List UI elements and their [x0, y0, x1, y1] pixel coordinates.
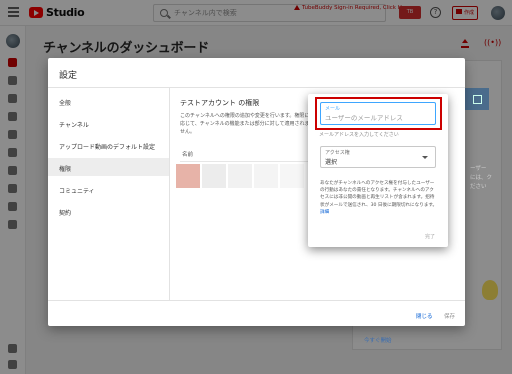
nav-item-agreements[interactable]: 契約 — [48, 202, 169, 220]
email-label: メール — [325, 106, 341, 112]
nav-item-community[interactable]: コミュニティ — [48, 180, 169, 198]
background-bulb-image — [482, 280, 498, 300]
settings-title: 設定 — [59, 71, 78, 81]
access-select[interactable]: アクセス権 選択 — [320, 146, 436, 168]
learn-more-link[interactable]: 詳細 — [320, 210, 329, 215]
save-button[interactable]: 保存 — [444, 312, 455, 320]
nav-item-channel[interactable]: チャンネル — [48, 114, 169, 132]
nav-item-permissions[interactable]: 権限 — [48, 158, 169, 176]
email-field[interactable]: メール — [320, 102, 436, 125]
close-button[interactable]: 閉じる — [416, 312, 433, 320]
access-value: 選択 — [325, 159, 338, 166]
bg-text-3: ださい — [470, 184, 487, 190]
loading-placeholder — [228, 164, 252, 188]
nav-item-general[interactable]: 全般 — [48, 92, 169, 110]
background-thumbnail — [463, 88, 489, 110]
bg-text-1: ーザー — [470, 166, 487, 172]
permissions-description: このチャンネルへの権限の追加や変更を行います。権限に応じて、チャンネルの機能また… — [180, 113, 310, 135]
nav-item-upload-defaults[interactable]: アップロード動画のデフォルト設定 — [48, 136, 169, 154]
invite-popup: メール メールアドレスを入力してください アクセス権 選択 あなたがチャンネルへ… — [308, 94, 448, 247]
loading-placeholder — [280, 164, 304, 188]
invite-description: あなたがチャンネルへのアクセス権を付与したユーザーの行動はあなたの責任となります… — [320, 180, 438, 216]
chevron-down-icon — [422, 156, 428, 159]
done-button[interactable]: 完了 — [425, 233, 435, 240]
loading-placeholder — [254, 164, 278, 188]
divider — [180, 161, 308, 162]
bg-text-2: には、ク — [470, 175, 493, 181]
email-input[interactable] — [325, 113, 433, 123]
loading-placeholder — [202, 164, 226, 188]
email-helper-text: メールアドレスを入力してください — [319, 132, 399, 138]
permissions-title: テストアカウント の権限 — [180, 99, 260, 107]
divider — [48, 300, 465, 301]
access-label: アクセス権 — [325, 150, 350, 156]
column-header-name: 名前 — [182, 152, 194, 158]
bg-start-link: 今すぐ開始 — [364, 338, 392, 344]
user-avatar-placeholder — [176, 164, 200, 188]
settings-nav: 全般 チャンネル アップロード動画のデフォルト設定 権限 コミュニティ 契約 — [48, 88, 170, 300]
invite-description-text: あなたがチャンネルへのアクセス権を付与したユーザーの行動はあなたの責任となります… — [320, 181, 438, 208]
